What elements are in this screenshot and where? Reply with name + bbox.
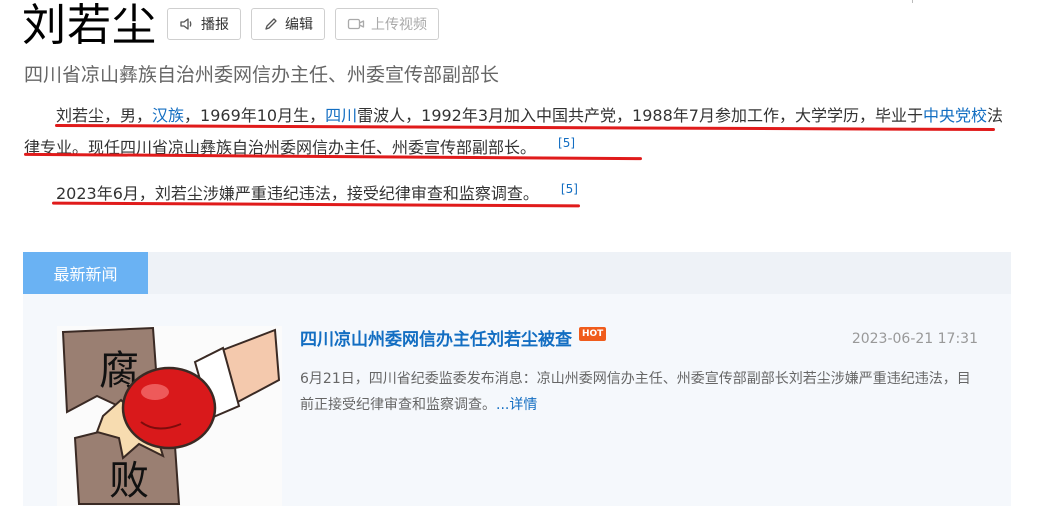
boxing-glove-icon: 腐 败: [57, 326, 282, 506]
intro-text: 刘若尘，男，: [56, 106, 153, 125]
edit-button-label: 编辑: [285, 17, 313, 33]
upload-video-label: 上传视频: [371, 17, 427, 33]
intro-text: 2023年6月，刘若尘涉嫌严重违纪违法，接受纪律审查和监察调查。: [56, 184, 539, 203]
pencil-icon: [263, 16, 279, 32]
video-icon: [347, 16, 365, 32]
read-more-link[interactable]: ...详情: [496, 397, 537, 413]
page-title: 刘若尘: [22, 0, 157, 51]
divider: [912, 0, 913, 3]
reference-link[interactable]: [5]: [561, 182, 578, 196]
intro-text: ，1969年10月生，: [184, 106, 326, 125]
hot-badge: HOT: [579, 327, 607, 341]
news-item-time: 2023-06-21 17:31: [851, 331, 978, 347]
page-subtitle: 四川省凉山彝族自治州委网信办主任、州委宣传部副部长: [24, 64, 500, 86]
news-item-title[interactable]: 四川凉山州委网信办主任刘若尘被查: [300, 328, 572, 352]
news-thumbnail[interactable]: 腐 败: [57, 326, 282, 506]
edit-button[interactable]: 编辑: [251, 8, 325, 40]
latest-news-section: 最新新闻 腐 败 四川凉山州委网信办主任刘若尘被查 HOT 2023-06-21…: [23, 252, 1011, 506]
news-summary-text: 6月21日，四川省纪委监委发布消息：凉山州委网信办主任、州委宣传部副部长刘若尘涉…: [300, 371, 971, 413]
news-tab-bar: 最新新闻: [23, 252, 1011, 294]
link-province[interactable]: 四川: [325, 106, 357, 125]
play-button-label: 播报: [201, 17, 229, 33]
tab-latest-news[interactable]: 最新新闻: [23, 252, 148, 294]
reference-link[interactable]: [5]: [558, 136, 575, 150]
link-ethnicity[interactable]: 汉族: [152, 106, 184, 125]
thumb-char-bottom: 败: [109, 458, 149, 504]
intro-text: 雷波人，1992年3月加入中国共产党，1988年7月参加工作，大学学历，毕业于: [357, 106, 923, 125]
link-school[interactable]: 中央党校: [923, 106, 987, 125]
news-item-summary: 6月21日，四川省纪委监委发布消息：凉山州委网信办主任、州委宣传部副部长刘若尘涉…: [300, 366, 980, 418]
speaker-icon: [179, 16, 195, 32]
play-button[interactable]: 播报: [167, 8, 241, 40]
upload-video-button[interactable]: 上传视频: [335, 8, 439, 40]
